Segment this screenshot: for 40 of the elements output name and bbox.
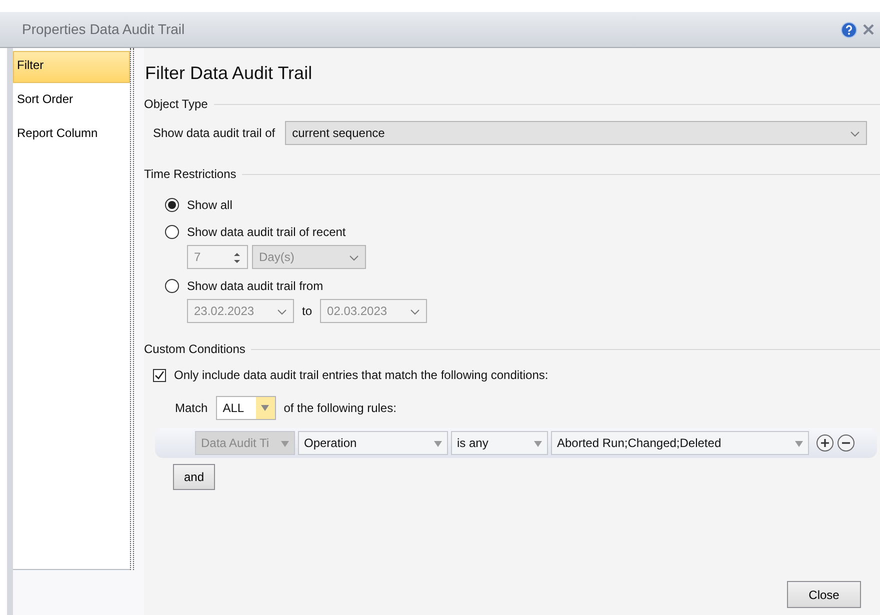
window-title: Properties Data Audit Trail (22, 20, 186, 39)
object-type-dropdown[interactable]: current sequence (285, 121, 868, 145)
caret-icon (261, 405, 270, 411)
value-dropdown[interactable]: Aborted Run;Changed;Deleted (551, 431, 809, 455)
caret-icon (277, 308, 287, 315)
and-button[interactable]: and (173, 464, 215, 490)
radio-label: Show all (187, 196, 232, 214)
checkbox[interactable] (153, 368, 166, 382)
sidebar-item[interactable]: Report Column (13, 119, 130, 151)
caret-icon (281, 440, 289, 447)
radio-button[interactable] (165, 224, 179, 238)
section-title: Time Restrictions (144, 166, 236, 183)
operator-dropdown[interactable]: is any (451, 431, 548, 455)
match-dropdown[interactable]: ALL (216, 396, 276, 420)
radio-label: Show data audit trail of recent (187, 224, 346, 240)
help-icon[interactable] (841, 22, 857, 38)
field-dropdown[interactable]: Operation (298, 431, 448, 455)
field-label: Show data audit trail of (153, 125, 276, 142)
section-title: Custom Conditions (144, 341, 246, 358)
radio-button[interactable] (165, 278, 179, 292)
page-heading: Filter Data Audit Trail (145, 62, 314, 85)
sidebar-item[interactable]: Filter (13, 51, 130, 83)
section-title: Object Type (144, 96, 208, 113)
caret-icon (434, 440, 442, 447)
remove-icon[interactable] (837, 434, 855, 452)
date-separator: to (302, 303, 312, 320)
sidebar-item[interactable]: Sort Order (13, 85, 130, 117)
caret-icon (850, 130, 860, 137)
caret-icon (795, 440, 803, 447)
add-icon[interactable] (816, 434, 834, 452)
match-suffix: of the following rules: (284, 400, 396, 417)
radio-button[interactable] (165, 198, 179, 212)
match-label: Match (175, 400, 208, 417)
caret-icon (349, 254, 359, 261)
caret-icon (410, 308, 420, 315)
caret-icon (534, 440, 542, 447)
close-icon[interactable] (863, 24, 874, 35)
radio-label: Show data audit trail from (187, 278, 324, 294)
checkbox-label: Only include data audit trail entries that match the following conditions: (174, 367, 548, 384)
close-button[interactable]: Close (787, 581, 861, 608)
